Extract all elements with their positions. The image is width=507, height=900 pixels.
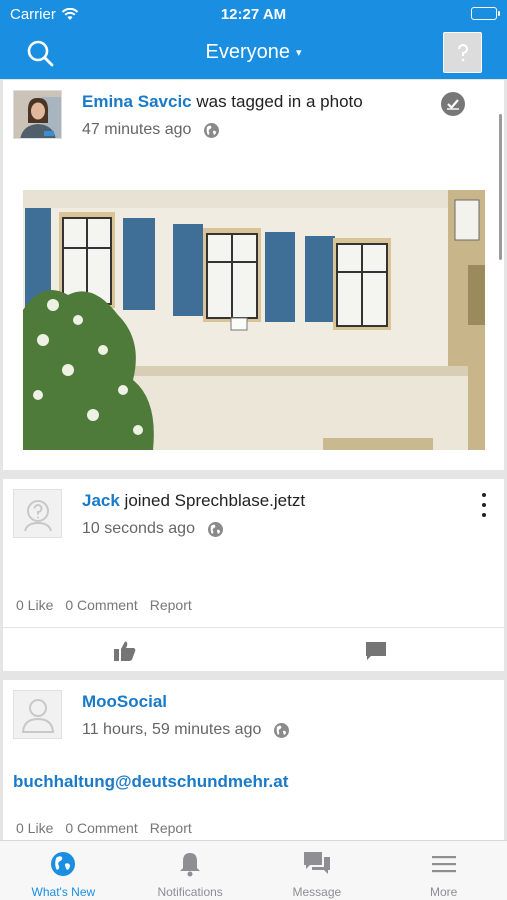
comment-count[interactable]: 0 Comment bbox=[65, 597, 137, 613]
user-name-link[interactable]: Emina Savcic bbox=[82, 92, 192, 111]
globe-privacy-icon bbox=[207, 521, 223, 537]
building-photo-image bbox=[23, 190, 485, 450]
user-photo-icon bbox=[14, 91, 61, 138]
tab-label: Message bbox=[292, 885, 342, 899]
post-meta: 47 minutes ago bbox=[82, 121, 220, 139]
question-mark-icon bbox=[457, 43, 468, 61]
feed-headline: Jack joined Sprechblase.jetzt bbox=[82, 491, 305, 511]
feed-headline: Emina Savcic was tagged in a photo bbox=[82, 92, 363, 112]
user-name-link[interactable]: Jack bbox=[82, 491, 120, 510]
post-stats: 0 Like 0 Comment Report bbox=[16, 820, 192, 836]
post-stats: 0 Like 0 Comment Report bbox=[16, 597, 192, 613]
battery-icon bbox=[471, 7, 500, 20]
feed-filter-label: Everyone bbox=[205, 41, 290, 63]
user-avatar[interactable] bbox=[13, 690, 62, 739]
user-avatar[interactable] bbox=[13, 489, 62, 538]
tab-message[interactable]: Message bbox=[254, 841, 381, 900]
feed-filter-dropdown[interactable]: Everyone ▾ bbox=[0, 41, 507, 64]
post-meta: 11 hours, 59 minutes ago bbox=[82, 721, 290, 739]
globe-icon bbox=[49, 850, 77, 878]
caret-down-icon: ▾ bbox=[295, 47, 302, 60]
default-user-icon bbox=[21, 698, 54, 733]
status-bar: Carrier 12:27 AM bbox=[0, 0, 507, 28]
tab-label: Notifications bbox=[157, 885, 223, 899]
globe-privacy-icon bbox=[274, 722, 290, 738]
report-link[interactable]: Report bbox=[150, 597, 192, 613]
bell-icon bbox=[176, 850, 204, 878]
more-options-icon[interactable] bbox=[479, 493, 489, 517]
unknown-user-icon bbox=[23, 499, 52, 531]
tab-label: What's New bbox=[31, 885, 96, 899]
post-actions bbox=[3, 627, 504, 671]
report-link[interactable]: Report bbox=[150, 820, 192, 836]
like-button[interactable] bbox=[113, 640, 137, 662]
feed-item-photo-tag: Emina Savcic was tagged in a photo 47 mi… bbox=[3, 80, 504, 470]
post-time: 47 minutes ago bbox=[82, 121, 192, 138]
like-count[interactable]: 0 Like bbox=[16, 820, 53, 836]
tagged-photo[interactable] bbox=[23, 190, 485, 450]
feed-action-text: joined Sprechblase.jetzt bbox=[119, 491, 306, 510]
tab-label: More bbox=[429, 885, 458, 899]
thumbs-up-icon bbox=[114, 641, 136, 661]
feed-action-text: was tagged in a photo bbox=[191, 92, 363, 111]
post-email-link[interactable]: buchhaltung@deutschundmehr.at bbox=[13, 772, 288, 792]
comment-icon bbox=[366, 642, 386, 660]
comment-count[interactable]: 0 Comment bbox=[65, 820, 137, 836]
chat-bubbles-icon bbox=[303, 850, 331, 878]
tagged-check-icon[interactable] bbox=[441, 92, 465, 116]
feed-item-joined: Jack joined Sprechblase.jetzt 10 seconds… bbox=[3, 479, 504, 671]
post-time: 11 hours, 59 minutes ago bbox=[82, 721, 262, 738]
globe-privacy-icon bbox=[204, 122, 220, 138]
tab-whats-new[interactable]: What's New bbox=[0, 841, 127, 900]
post-meta: 10 seconds ago bbox=[82, 520, 224, 538]
clock: 12:27 AM bbox=[220, 6, 287, 23]
user-avatar[interactable] bbox=[13, 90, 62, 139]
tab-notifications[interactable]: Notifications bbox=[127, 841, 254, 900]
top-nav-bar: Everyone ▾ bbox=[0, 28, 507, 79]
feed-headline: MooSocial bbox=[82, 692, 167, 712]
menu-icon bbox=[430, 850, 458, 878]
comment-button[interactable] bbox=[364, 640, 388, 662]
tab-more[interactable]: More bbox=[380, 841, 507, 900]
post-time: 10 seconds ago bbox=[82, 520, 195, 537]
user-name-link[interactable]: MooSocial bbox=[82, 692, 167, 711]
profile-avatar-button[interactable] bbox=[443, 32, 482, 73]
feed-item-status: MooSocial 11 hours, 59 minutes ago buchh… bbox=[3, 680, 504, 840]
bottom-tab-bar: What's New Notifications Message More bbox=[0, 840, 507, 900]
scrollbar[interactable] bbox=[499, 114, 502, 260]
like-count[interactable]: 0 Like bbox=[16, 597, 53, 613]
